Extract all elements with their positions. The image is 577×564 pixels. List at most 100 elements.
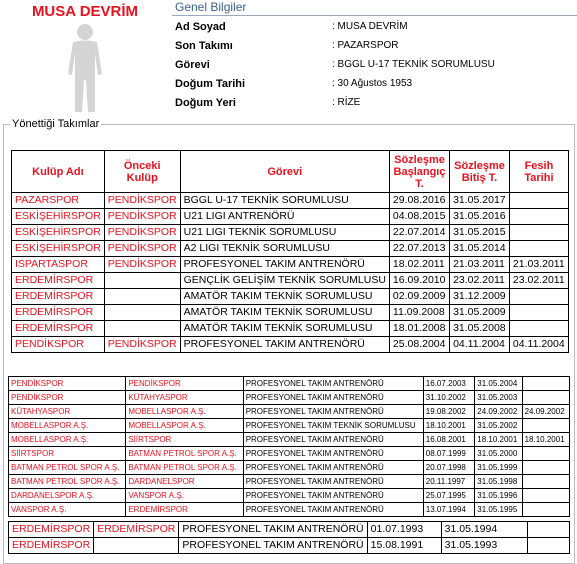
start-date-cell: 22.07.2014 [388, 224, 451, 241]
end-date-cell: 24.09.2002 [474, 404, 523, 419]
prev-club-cell[interactable]: ERDEMİRSPOR [93, 521, 180, 538]
info-label: Doğum Yeri [175, 97, 236, 109]
role-cell: PROFESYONEL TAKIM ANTRENÖRÜ [242, 390, 424, 405]
prev-club-cell[interactable]: PENDİKSPOR [103, 240, 181, 257]
end-date-cell: 31.05.2017 [449, 192, 510, 209]
end-date-cell: 21.03.2011 [449, 256, 510, 273]
club-cell[interactable]: ESKİŞEHİRSPOR [11, 224, 105, 241]
end-date-cell: 23.02.2011 [449, 272, 510, 289]
role-cell: AMATÖR TAKIM TEKNİK SORUMLUSU [179, 288, 390, 305]
club-cell[interactable]: MOBELLASPOR A.Ş. [7, 432, 127, 447]
termination-cell: 24.09.2002 [521, 404, 571, 419]
club-cell[interactable]: ESKİŞEHİRSPOR [11, 240, 105, 257]
prev-club-cell[interactable] [103, 320, 181, 337]
prev-club-cell[interactable]: PENDİKSPOR [103, 208, 181, 225]
info-value: : 30 Ağustos 1953 [332, 78, 413, 89]
termination-cell: 23.02.2011 [508, 272, 570, 289]
prev-club-cell[interactable]: BATMAN PETROL SPOR A.Ş. [125, 446, 244, 461]
prev-club-cell[interactable]: SİİRTSPOR [125, 432, 244, 447]
start-date-cell: 04.08.2015 [388, 208, 451, 225]
termination-cell: 18.10.2001 [521, 432, 571, 447]
club-cell[interactable]: ERDEMİRSPOR [7, 537, 95, 554]
role-cell: GENÇLİK GELİŞİM TEKNİK SORUMLUSU [179, 272, 390, 289]
club-cell[interactable]: KÜTAHYASPOR [7, 404, 127, 419]
table-row: MOBELLASPOR A.Ş. MOBELLASPOR A.Ş. PROFESYO… [7, 418, 571, 433]
termination-cell [508, 320, 570, 337]
club-cell[interactable]: PENDİKSPOR [7, 376, 127, 391]
start-date-cell: 15.08.1991 [366, 537, 442, 554]
club-cell[interactable]: ERDEMİRSPOR [11, 320, 105, 337]
table-row: ESKİŞEHİRSPOR PENDİKSPOR U21 LIGI ANTRENÖR… [11, 208, 570, 225]
prev-club-cell[interactable]: VANSPOR A.Ş. [125, 488, 244, 503]
role-cell: PROFESYONEL TAKIM ANTRENÖRÜ [242, 474, 424, 489]
start-date-cell: 20.11.1997 [422, 474, 476, 489]
prev-club-cell[interactable]: MOBELLASPOR A.Ş. [125, 404, 244, 419]
info-label: Ad Soyad [175, 21, 226, 33]
role-cell: PROFESYONEL TAKIM ANTRENÖRÜ [242, 376, 424, 391]
role-cell: PROFESYONEL TAKIM ANTRENÖRÜ [242, 460, 424, 475]
end-date-cell: 31.05.1999 [474, 460, 523, 475]
club-cell[interactable]: MOBELLASPOR A.Ş. [7, 418, 127, 433]
club-cell[interactable]: PAZARSPOR [11, 192, 105, 209]
prev-club-cell[interactable]: PENDİKSPOR [103, 192, 181, 209]
club-cell[interactable]: ERDEMİRSPOR [7, 521, 95, 538]
managed-teams-table-old: PENDİKSPOR PENDİKSPOR PROFESYONEL TAKIM AN… [7, 376, 571, 517]
end-date-cell: 04.11.2004 [449, 336, 510, 353]
start-date-cell: 19.08.2002 [422, 404, 476, 419]
club-cell[interactable]: DARDANELSPOR A.Ş. [7, 488, 127, 503]
start-date-cell: 25.07.1995 [422, 488, 476, 503]
club-cell[interactable]: PENDİKSPOR [7, 390, 127, 405]
end-date-cell: 31.05.1993 [440, 537, 529, 554]
managed-teams-table-bottom: ERDEMİRSPOR ERDEMİRSPOR PROFESYONEL TAKIM … [7, 521, 570, 554]
termination-cell [521, 376, 571, 391]
end-date-cell: 31.05.2009 [449, 304, 510, 321]
info-value: : MUSA DEVRİM [332, 21, 408, 32]
prev-club-cell[interactable] [103, 272, 181, 289]
table-row: MOBELLASPOR A.Ş. SİİRTSPOR PROFESYONEL TAK… [7, 432, 571, 447]
prev-club-cell[interactable]: PENDİKSPOR [103, 224, 181, 241]
prev-club-cell[interactable]: DARDANELSPOR [125, 474, 244, 489]
prev-club-cell[interactable]: ERDEMİRSPOR [125, 502, 244, 517]
table-row: BATMAN PETROL SPOR A.Ş. BATMAN PETROL SPO… [7, 460, 571, 475]
prev-club-cell[interactable]: BATMAN PETROL SPOR A.Ş. [125, 460, 244, 475]
club-cell[interactable]: ESKİŞEHİRSPOR [11, 208, 105, 225]
termination-cell: 21.03.2011 [508, 256, 570, 273]
start-date-cell: 18.01.2008 [388, 320, 451, 337]
termination-cell [521, 446, 571, 461]
role-cell: PROFESYONEL TAKIM ANTRENÖRÜ [178, 521, 368, 538]
end-date-cell: 31.05.2004 [474, 376, 523, 391]
club-cell[interactable]: SİİRTSPOR [7, 446, 127, 461]
club-cell[interactable]: ERDEMİRSPOR [11, 288, 105, 305]
prev-club-cell[interactable]: PENDİKSPOR [125, 376, 244, 391]
prev-club-cell[interactable]: PENDİKSPOR [103, 336, 181, 353]
prev-club-cell[interactable] [93, 537, 180, 554]
table-row: PAZARSPOR PENDİKSPOR BGGL U-17 TEKNİK SORU… [11, 192, 570, 209]
end-date-cell: 31.05.2003 [474, 390, 523, 405]
end-date-cell: 31.05.1994 [440, 521, 529, 538]
role-cell: A2 LIGI TEKNİK SORUMLUSU [179, 240, 390, 257]
prev-club-cell[interactable] [103, 288, 181, 305]
role-cell: U21 LIGI ANTRENÖRÜ [179, 208, 390, 225]
prev-club-cell[interactable]: PENDİKSPOR [103, 256, 181, 273]
prev-club-cell[interactable] [103, 304, 181, 321]
club-cell[interactable]: ERDEMİRSPOR [11, 304, 105, 321]
table-row: ERDEMİRSPOR AMATÖR TAKIM TEKNİK SORUMLUSU… [11, 320, 570, 337]
club-cell[interactable]: PENDİKSPOR [11, 336, 105, 353]
role-cell: PROFESYONEL TAKIM ANTRENÖRÜ [179, 336, 390, 353]
termination-cell [527, 537, 570, 554]
club-cell[interactable]: BATMAN PETROL SPOR A.Ş. [7, 460, 127, 475]
table-row: SİİRTSPOR BATMAN PETROL SPOR A.Ş. PROFESYO… [7, 446, 571, 461]
start-date-cell: 08.07.1999 [422, 446, 476, 461]
start-date-cell: 31.10.2002 [422, 390, 476, 405]
club-cell[interactable]: BATMAN PETROL SPOR A.Ş. [7, 474, 127, 489]
club-cell[interactable]: VANSPOR A.Ş. [7, 502, 127, 517]
termination-cell [508, 208, 570, 225]
managed-teams-table: Kulüp Adı Önceki Kulüp Görevi Sözleşme B… [11, 150, 570, 353]
prev-club-cell[interactable]: MOBELLASPOR A.Ş. [125, 418, 244, 433]
table-row: BATMAN PETROL SPOR A.Ş. DARDANELSPOR PROFE… [7, 474, 571, 489]
table-row: ERDEMİRSPOR GENÇLİK GELİŞİM TEKNİK SORUML… [11, 272, 570, 289]
termination-cell: 04.11.2004 [508, 336, 570, 353]
club-cell[interactable]: ISPARTASPOR [11, 256, 105, 273]
prev-club-cell[interactable]: KÜTAHYASPOR [125, 390, 244, 405]
club-cell[interactable]: ERDEMİRSPOR [11, 272, 105, 289]
